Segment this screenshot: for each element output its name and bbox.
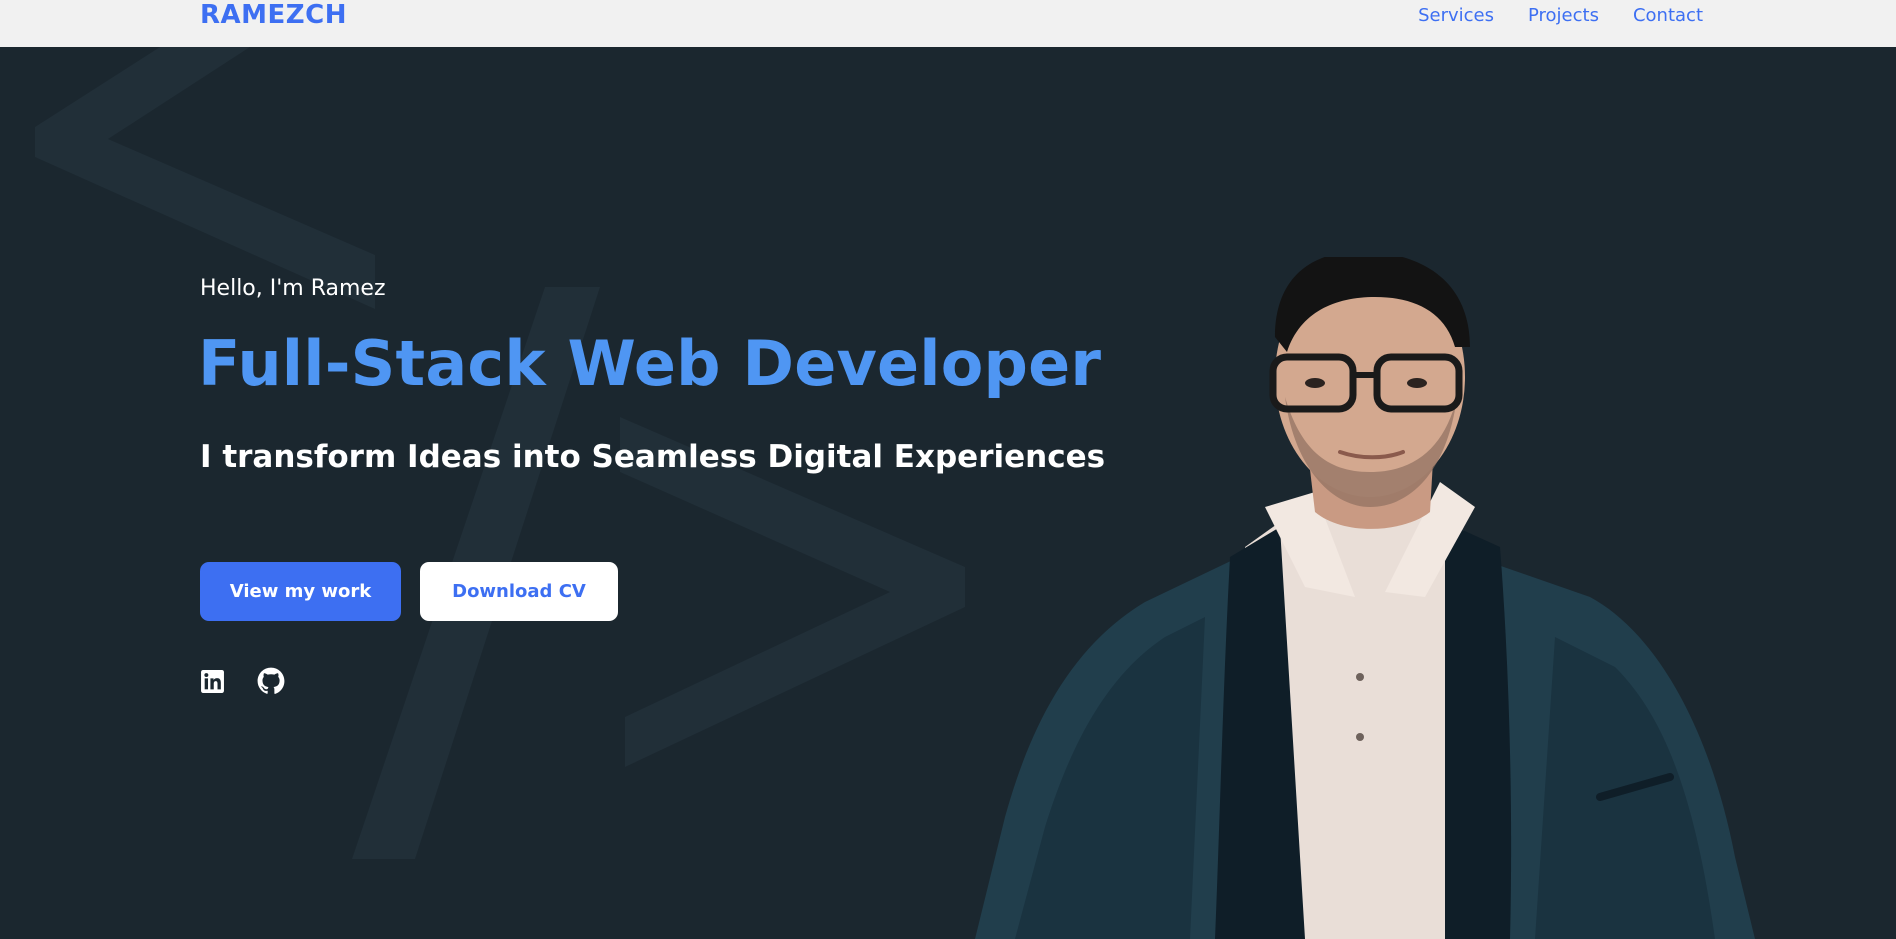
hero-greeting: Hello, I'm Ramez	[200, 276, 386, 301]
nav-menu: Services Projects Contact	[1418, 4, 1703, 28]
linkedin-icon	[200, 669, 224, 693]
hero-headline: Full-Stack Web Developer	[198, 327, 1102, 400]
download-cv-button[interactable]: Download CV	[420, 562, 618, 621]
profile-portrait	[975, 257, 1755, 939]
github-icon	[257, 667, 285, 694]
github-link[interactable]	[256, 666, 286, 696]
navbar: RAMEZCH Services Projects Contact	[0, 0, 1896, 47]
nav-link-contact[interactable]: Contact	[1633, 4, 1703, 28]
linkedin-link[interactable]	[197, 666, 227, 696]
hero-tagline: I transform Ideas into Seamless Digital …	[200, 439, 1106, 475]
site-logo[interactable]: RAMEZCH	[200, 0, 347, 30]
nav-link-projects[interactable]: Projects	[1528, 4, 1599, 28]
nav-link-services[interactable]: Services	[1418, 4, 1494, 28]
hero-section: Hello, I'm Ramez Full-Stack Web Develope…	[0, 47, 1896, 939]
code-brackets-background-icon	[35, 47, 965, 859]
view-my-work-button[interactable]: View my work	[200, 562, 401, 621]
